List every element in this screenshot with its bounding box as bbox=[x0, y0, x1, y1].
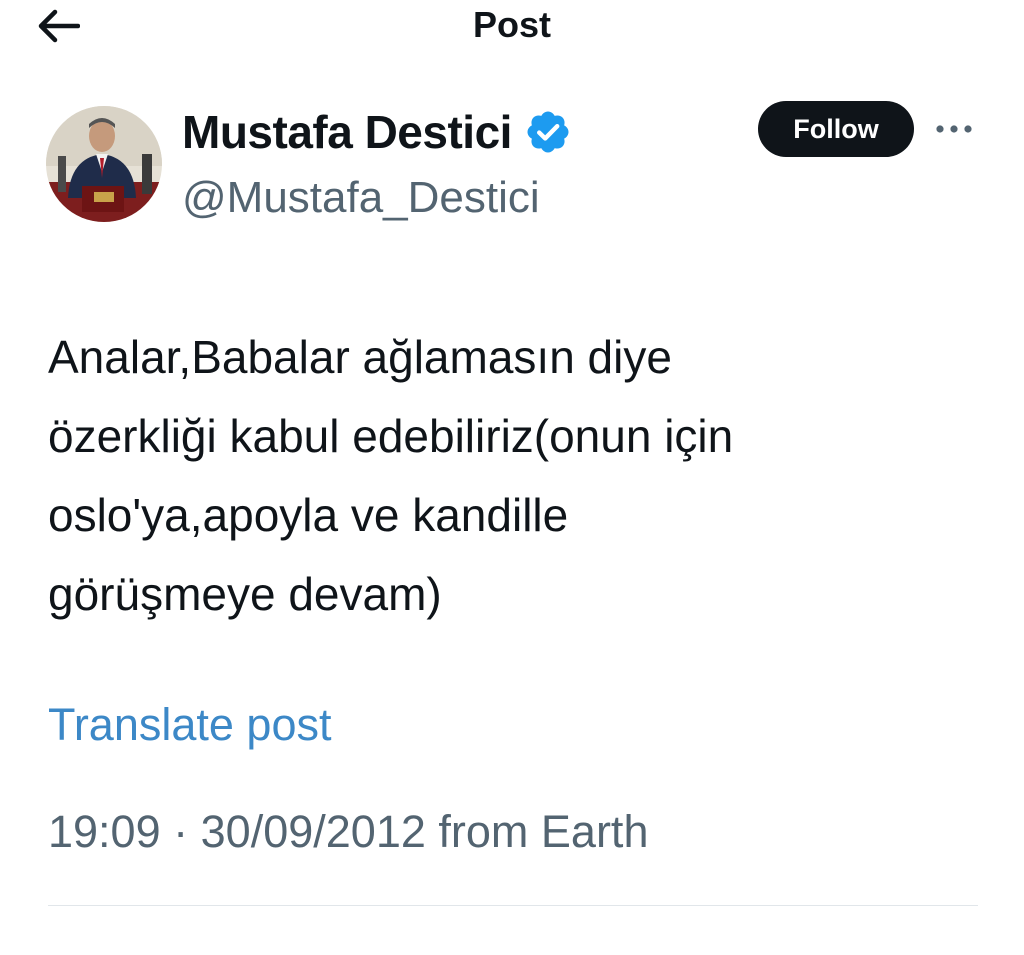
top-bar: Post bbox=[0, 0, 1024, 56]
post-text-line: görüşmeye devam) bbox=[48, 568, 442, 620]
post-source: from Earth bbox=[438, 806, 649, 857]
author-row: Mustafa Destici bbox=[182, 102, 572, 162]
more-options-button[interactable] bbox=[930, 112, 978, 146]
author-name[interactable]: Mustafa Destici bbox=[182, 104, 512, 160]
meta-separator: · bbox=[173, 806, 189, 857]
page-title: Post bbox=[472, 4, 551, 45]
avatar[interactable] bbox=[46, 106, 162, 222]
more-horizontal-icon bbox=[936, 125, 972, 133]
author-handle[interactable]: @Mustafa_Destici bbox=[182, 170, 540, 226]
post-text-line: oslo'ya,apoyla ve kandille bbox=[48, 489, 569, 541]
post-metadata: 19:09 · 30/09/2012 from Earth bbox=[48, 802, 648, 862]
post-date[interactable]: 30/09/2012 bbox=[201, 806, 426, 857]
post-time[interactable]: 19:09 bbox=[48, 806, 161, 857]
post-text: Analar,Babalar ağlamasın diye özerkliği … bbox=[48, 318, 978, 634]
post-text-line: Analar,Babalar ağlamasın diye bbox=[48, 331, 672, 383]
divider bbox=[48, 905, 978, 906]
translate-post-link[interactable]: Translate post bbox=[48, 695, 331, 755]
follow-button[interactable]: Follow bbox=[758, 101, 914, 157]
verified-badge-icon bbox=[524, 108, 572, 156]
post-text-line: özerkliği kabul edebiliriz(onun için bbox=[48, 410, 734, 462]
